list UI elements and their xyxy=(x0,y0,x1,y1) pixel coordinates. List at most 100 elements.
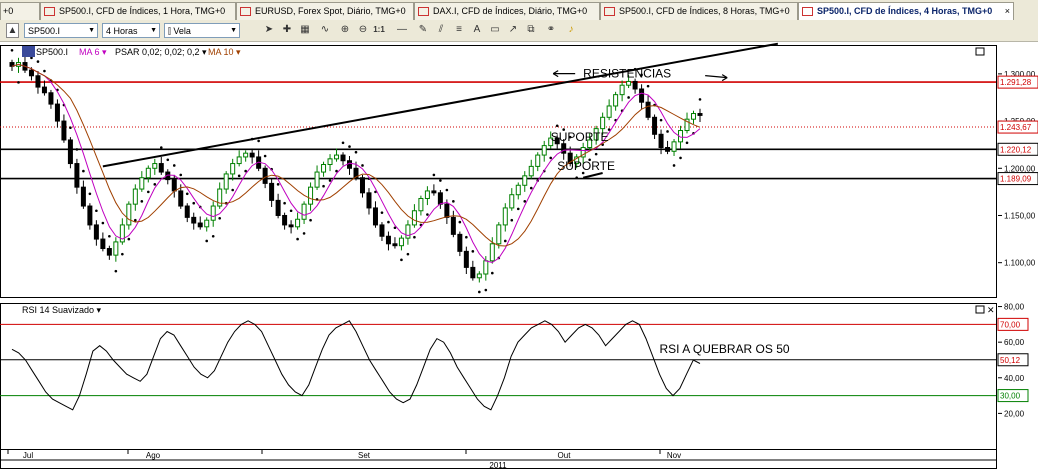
tab-1[interactable]: SP500.I, CFD de Índices, 1 Hora, TMG+0 xyxy=(40,2,236,20)
candle-body xyxy=(113,241,119,256)
psar-dot xyxy=(646,84,650,88)
psar-dot xyxy=(257,139,260,143)
collapse-up-icon[interactable]: ▲ xyxy=(6,23,19,38)
candle-body xyxy=(243,152,249,158)
zoom-reset-button[interactable]: 1:1 xyxy=(372,23,386,38)
psar-dot xyxy=(445,188,449,192)
indicator-icon[interactable]: ∿ xyxy=(318,23,332,38)
candle-body xyxy=(691,113,697,120)
x-tick-label: Jul xyxy=(23,451,33,460)
pointer-icon[interactable]: ➤ xyxy=(262,23,276,38)
psar-dot xyxy=(309,218,312,222)
psar-dot xyxy=(205,239,209,243)
candle-body xyxy=(398,237,404,247)
psar-dot xyxy=(211,234,215,238)
candle-body xyxy=(658,133,664,149)
chart-icon xyxy=(418,7,429,16)
tab-4[interactable]: SP500.I, CFD de Índices, 8 Horas, TMG+0 xyxy=(600,2,798,20)
tab-5-active[interactable]: SP500.I, CFD de Índices, 4 Horas, TMG+0 × xyxy=(798,2,1014,20)
symbol-select[interactable]: SP500.I ▼ xyxy=(24,23,98,38)
close-tab-icon[interactable]: × xyxy=(1005,3,1010,20)
chart-annotation: SUPORTE xyxy=(551,130,609,144)
tab-0[interactable]: +0 xyxy=(0,2,40,20)
zoom-in-icon[interactable]: ⊕ xyxy=(338,23,352,38)
shapes-icon[interactable]: ▭ xyxy=(488,23,502,38)
candle-body xyxy=(41,86,47,94)
psar-dot xyxy=(140,200,144,203)
x-tick-label: Ago xyxy=(146,451,161,460)
psar-dot xyxy=(380,211,384,214)
psar-dot xyxy=(231,188,234,192)
chart-area: 1.300,001.250,001.200,001.150,001.100,00… xyxy=(0,41,1038,470)
chart-annotation: SUPORTE xyxy=(557,159,615,173)
psar-dot xyxy=(413,235,416,239)
candle-body xyxy=(509,194,515,209)
psar-dot xyxy=(348,145,351,148)
x-tick-label: Nov xyxy=(667,451,681,460)
grid-icon[interactable]: ▦ xyxy=(298,23,312,38)
x-tick-label: Out xyxy=(558,451,572,460)
close-rsi-icon: ✕ xyxy=(987,305,995,315)
tab-3[interactable]: DAX.I, CFD de Índices, Diário, TMG+0 xyxy=(414,2,600,20)
candle-body xyxy=(619,84,625,96)
psar-dot xyxy=(82,169,85,173)
candle-body xyxy=(327,158,333,166)
chart-type-select[interactable]: ⫿ Vela ▼ xyxy=(164,23,240,38)
candle-body xyxy=(139,177,145,190)
ma10-legend: MA 10 ▾ xyxy=(208,47,241,57)
link-icon[interactable]: ⚭ xyxy=(544,23,558,38)
psar-dot xyxy=(134,218,137,222)
candle-body xyxy=(606,105,612,118)
line-tool-icon[interactable]: — xyxy=(392,23,412,38)
zoom-out-icon[interactable]: ⊖ xyxy=(356,23,370,38)
candle-body xyxy=(80,186,86,207)
timeframe-value: 4 Horas xyxy=(106,26,138,36)
psar-dot xyxy=(698,98,702,101)
psar-dot xyxy=(218,217,221,220)
candle-body xyxy=(54,103,60,122)
text-tool-icon[interactable]: A xyxy=(470,23,484,38)
channel-icon[interactable]: ⫽ xyxy=(434,23,448,38)
arrows-icon[interactable]: ↗ xyxy=(506,23,520,38)
candle-body xyxy=(249,152,255,158)
candle-body xyxy=(347,160,353,169)
psar-legend: PSAR 0,02; 0,02; 0,2 ▾ xyxy=(115,47,207,57)
alert-bell-icon[interactable]: ♪ xyxy=(564,23,578,38)
psar-dot xyxy=(121,252,124,256)
candle-body xyxy=(470,266,476,279)
level-price-label: 1.243,67 xyxy=(1000,123,1032,132)
psar-dot xyxy=(406,252,410,256)
psar-dot xyxy=(147,190,150,194)
price-y-tick-label: 1.150,00 xyxy=(1004,211,1036,220)
candle-body xyxy=(535,154,541,167)
psar-dot xyxy=(458,220,462,224)
candle-body xyxy=(67,139,73,165)
price-y-tick-label: 1.100,00 xyxy=(1004,259,1036,268)
tab-label: SP500.I, CFD de Índices, 8 Horas, TMG+0 xyxy=(619,6,790,16)
psar-dot xyxy=(555,124,559,128)
psar-dot xyxy=(354,150,358,154)
candle-body xyxy=(457,233,463,252)
pencil-icon[interactable]: ✎ xyxy=(416,23,430,38)
candle-body xyxy=(314,171,320,188)
psar-dot xyxy=(672,164,676,167)
candle-body xyxy=(561,143,567,154)
chart-annotation: RESISTENCIAS xyxy=(583,67,671,81)
candle-body xyxy=(230,163,236,175)
psar-dot xyxy=(95,209,98,213)
crosshair-icon[interactable]: ✚ xyxy=(280,23,294,38)
psar-dot xyxy=(276,183,280,186)
rsi-y-tick-label: 60,00 xyxy=(1004,338,1025,347)
psar-dot xyxy=(43,69,46,73)
psar-dot xyxy=(529,186,533,190)
candle-body xyxy=(288,224,294,228)
level-price-label: 1.291,28 xyxy=(1000,78,1032,87)
fibonacci-icon[interactable]: ≡ xyxy=(452,23,466,38)
candle-body xyxy=(106,248,112,256)
rsi-y-tick-label: 40,00 xyxy=(1004,374,1025,383)
tab-2[interactable]: EURUSD, Forex Spot, Diário, TMG+0 xyxy=(236,2,414,20)
copy-icon[interactable]: ⧉ xyxy=(524,23,538,38)
timeframe-select[interactable]: 4 Horas ▼ xyxy=(102,23,160,38)
chevron-down-icon: ▼ xyxy=(150,27,157,34)
psar-dot xyxy=(114,269,118,273)
